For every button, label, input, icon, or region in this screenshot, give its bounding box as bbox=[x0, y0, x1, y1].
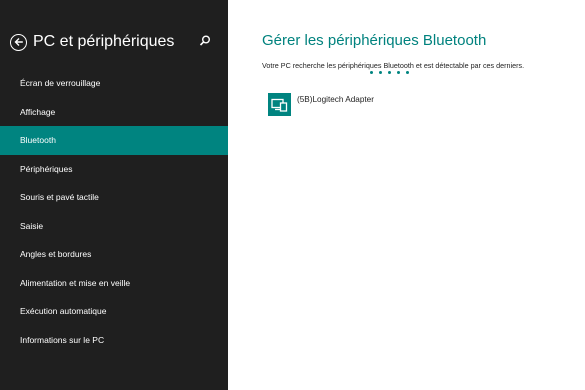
sidebar-header: PC et périphériques bbox=[10, 30, 220, 54]
searching-progress-dots bbox=[370, 71, 409, 74]
sidebar-item-informations-sur-le-pc[interactable]: Informations sur le PC bbox=[0, 326, 228, 355]
progress-dot bbox=[406, 71, 409, 74]
sidebar-item-affichage[interactable]: Affichage bbox=[0, 98, 228, 127]
sidebar-item-angles-et-bordures[interactable]: Angles et bordures bbox=[0, 240, 228, 269]
progress-dot bbox=[379, 71, 382, 74]
sidebar-item-alimentation[interactable]: Alimentation et mise en veille bbox=[0, 269, 228, 298]
sidebar-item-saisie[interactable]: Saisie bbox=[0, 212, 228, 241]
progress-dot bbox=[397, 71, 400, 74]
sidebar-item-peripheriques[interactable]: Périphériques bbox=[0, 155, 228, 184]
progress-dot bbox=[388, 71, 391, 74]
section-title: Gérer les périphériques Bluetooth bbox=[262, 32, 487, 49]
sidebar-item-souris-et-pave-tactile[interactable]: Souris et pavé tactile bbox=[0, 183, 228, 212]
back-button[interactable] bbox=[10, 33, 27, 51]
bluetooth-device-icon bbox=[268, 93, 291, 116]
back-arrow-icon bbox=[14, 38, 23, 46]
device-name: (5B)Logitech Adapter bbox=[297, 95, 374, 104]
main-content: Gérer les périphériques Bluetooth Votre … bbox=[228, 0, 585, 390]
progress-dot bbox=[370, 71, 373, 74]
sidebar-item-ecran-de-verrouillage[interactable]: Écran de verrouillage bbox=[0, 69, 228, 98]
sidebar-item-execution-automatique[interactable]: Exécution automatique bbox=[0, 297, 228, 326]
page-title: PC et périphériques bbox=[33, 33, 175, 50]
device-item[interactable]: (5B)Logitech Adapter bbox=[268, 93, 374, 116]
search-icon[interactable] bbox=[198, 34, 212, 48]
section-description: Votre PC recherche les périphériques Blu… bbox=[262, 61, 525, 70]
sidebar-nav: Écran de verrouillage Affichage Bluetoot… bbox=[0, 69, 228, 354]
sidebar-item-bluetooth[interactable]: Bluetooth bbox=[0, 126, 228, 155]
sidebar: PC et périphériques Écran de verrouillag… bbox=[0, 0, 228, 390]
